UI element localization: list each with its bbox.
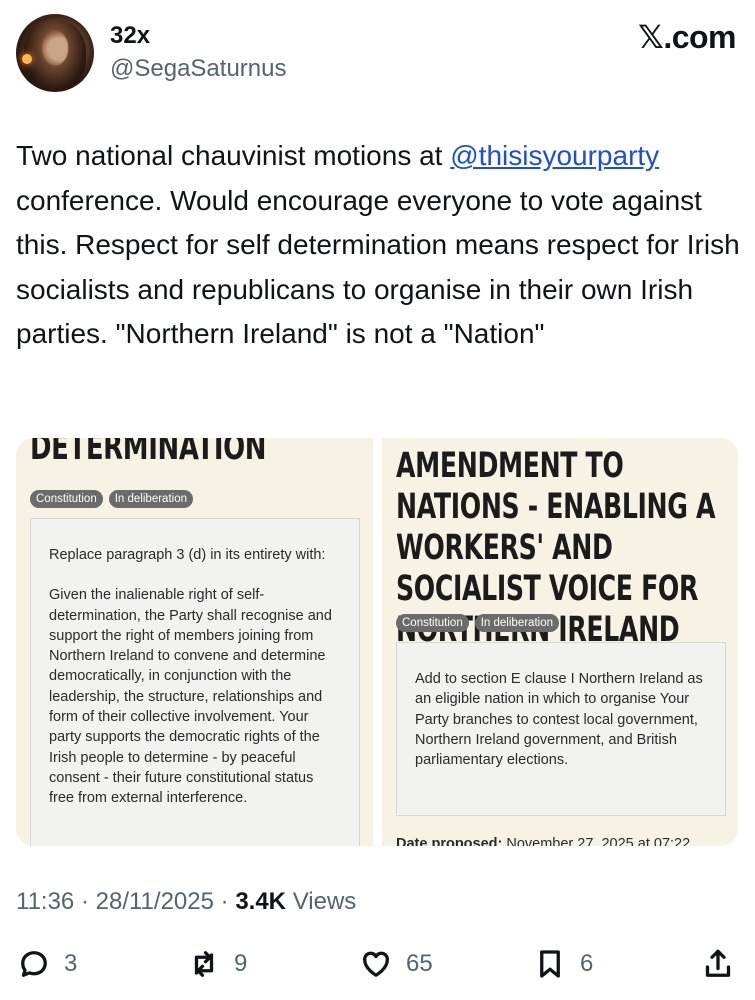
tag-list: Constitution In deliberation bbox=[396, 614, 559, 632]
tweet-header: 32x @SegaSaturnus 𝕏.com bbox=[16, 12, 736, 94]
reply-icon bbox=[21, 951, 47, 977]
tweet-text-start: Two national chauvinist motions at bbox=[16, 140, 451, 171]
avatar-candle-light bbox=[22, 54, 32, 64]
bookmark-button[interactable]: 6 bbox=[532, 944, 593, 984]
tweet-text: Two national chauvinist motions at @this… bbox=[16, 134, 740, 357]
date-proposed-label: Date proposed: bbox=[396, 836, 503, 846]
heart-icon bbox=[363, 951, 389, 977]
tag-in-deliberation: In deliberation bbox=[108, 490, 193, 508]
share-icon bbox=[705, 949, 731, 977]
tweet-date[interactable]: 28/11/2025 bbox=[96, 888, 214, 915]
tag-list: Constitution In deliberation bbox=[30, 490, 193, 508]
motion-paragraph: Replace paragraph 3 (d) in its entirety … bbox=[49, 547, 326, 563]
meta-separator: · bbox=[80, 888, 96, 915]
like-button[interactable]: 65 bbox=[358, 944, 433, 984]
date-proposed: Date proposed: November 27, 2025 at 07:2… bbox=[396, 836, 690, 846]
repost-count: 9 bbox=[234, 950, 248, 977]
date-proposed-value: November 27, 2025 at 07:22 bbox=[502, 836, 691, 846]
media-attachment[interactable]: DETERMINATION Constitution In deliberati… bbox=[16, 438, 738, 846]
tag-constitution: Constitution bbox=[30, 490, 103, 508]
media-image-left[interactable]: DETERMINATION Constitution In deliberati… bbox=[16, 438, 373, 846]
tweet-time[interactable]: 11:36 bbox=[16, 888, 74, 915]
tag-constitution: Constitution bbox=[396, 614, 469, 632]
motion-paragraph: Given the inalienable right of self-dete… bbox=[49, 587, 332, 807]
x-logo: 𝕏.com bbox=[638, 19, 736, 55]
avatar-hair bbox=[24, 20, 86, 90]
motion-title: DETERMINATION bbox=[30, 438, 267, 468]
tweet-meta: 11:36 · 28/11/2025 · 3.4K Views bbox=[16, 888, 356, 916]
media-image-right[interactable]: AMENDMENT TO NATIONS - ENABLING A WORKER… bbox=[382, 438, 738, 846]
mention-link[interactable]: @thisisyourparty bbox=[450, 140, 659, 171]
repost-button[interactable]: 9 bbox=[186, 944, 247, 984]
avatar[interactable] bbox=[16, 14, 94, 92]
meta-separator: · bbox=[220, 888, 236, 915]
media-divider bbox=[373, 438, 382, 846]
motion-text-card: Add to section E clause I Northern Irela… bbox=[396, 642, 726, 816]
author-display-name[interactable]: 32x bbox=[110, 22, 150, 50]
bookmark-count: 6 bbox=[580, 950, 594, 977]
bookmark-icon bbox=[540, 950, 560, 978]
like-count: 65 bbox=[406, 950, 433, 977]
share-button[interactable] bbox=[700, 944, 736, 984]
tag-in-deliberation: In deliberation bbox=[474, 614, 559, 632]
action-bar: 3 9 65 6 bbox=[16, 944, 738, 984]
reply-count: 3 bbox=[64, 950, 78, 977]
views-count: 3.4K bbox=[235, 888, 287, 915]
views-label: Views bbox=[292, 888, 357, 915]
motion-text-card: Replace paragraph 3 (d) in its entirety … bbox=[30, 518, 360, 846]
motion-paragraph: Add to section E clause I Northern Irela… bbox=[415, 671, 703, 769]
repost-icon bbox=[194, 951, 214, 977]
tweet-text-end: conference. Would encourage everyone to … bbox=[16, 184, 740, 350]
author-handle[interactable]: @SegaSaturnus bbox=[110, 55, 286, 83]
reply-button[interactable]: 3 bbox=[16, 944, 77, 984]
